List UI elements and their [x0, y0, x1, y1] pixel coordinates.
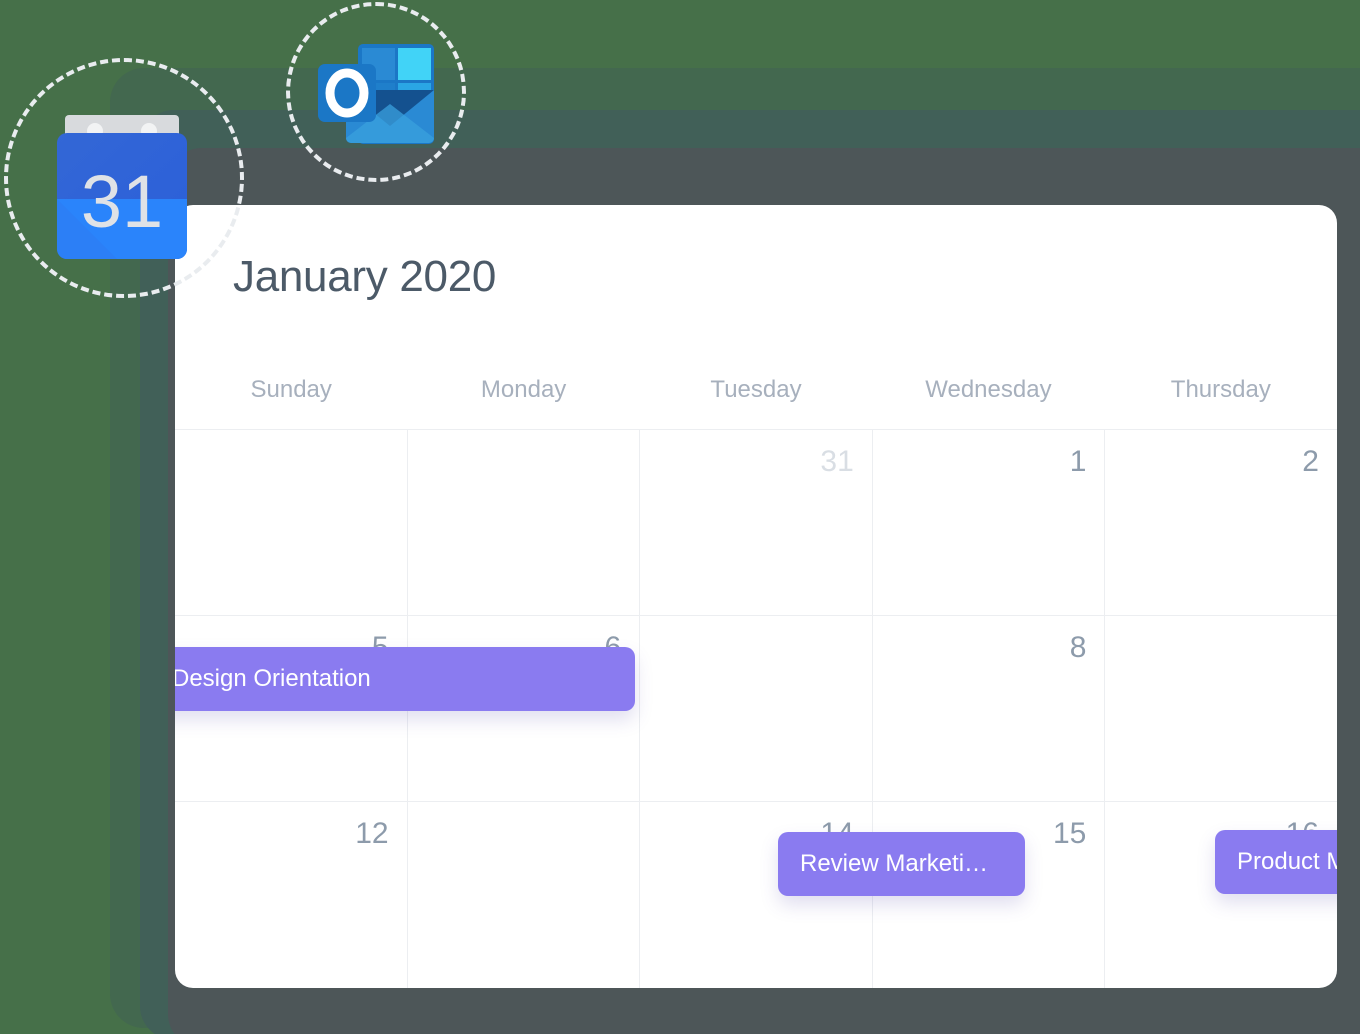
date-number: 31: [820, 445, 854, 478]
weekday-header-wednesday: Wednesday: [925, 376, 1052, 403]
day-cell[interactable]: 2: [1105, 430, 1337, 615]
calendar-card: January 2020 Sunday Monday Tuesday Wedne…: [175, 205, 1337, 988]
day-cell[interactable]: 8: [873, 616, 1106, 801]
google-calendar-icon[interactable]: 31: [55, 115, 189, 259]
day-cell[interactable]: [1105, 616, 1337, 801]
day-cell[interactable]: [408, 802, 641, 988]
page-title: January 2020: [233, 252, 497, 301]
date-number: 12: [355, 817, 389, 850]
weekday-header-thursday: Thursday: [1170, 376, 1271, 403]
day-cell[interactable]: [175, 430, 408, 615]
calendar-event-review-marketing[interactable]: Review Marketi…: [778, 832, 1025, 896]
calendar-week-row: 31 1 2: [175, 430, 1337, 616]
svg-text:31: 31: [81, 160, 163, 243]
outlook-icon[interactable]: [316, 42, 436, 146]
weekday-header-tuesday: Tuesday: [710, 376, 802, 403]
weekday-header-sunday: Sunday: [250, 376, 332, 403]
calendar-event-design-orientation[interactable]: Design Orientation: [175, 647, 635, 711]
date-number: 1: [1069, 445, 1087, 478]
day-cell[interactable]: 12: [175, 802, 408, 988]
date-number: 2: [1302, 445, 1319, 478]
day-cell[interactable]: [408, 430, 641, 615]
day-cell[interactable]: 1: [873, 430, 1106, 615]
date-number: 8: [1069, 631, 1087, 664]
weekday-header-monday: Monday: [480, 376, 567, 403]
screenshot-root: January 2020 Sunday Monday Tuesday Wedne…: [0, 0, 1360, 1034]
day-cell[interactable]: 31: [640, 430, 873, 615]
day-cell[interactable]: [640, 616, 873, 801]
calendar-week-row: 12 14 15 16: [175, 802, 1337, 988]
weekday-header-row: Sunday Monday Tuesday Wednesday Thursday: [175, 370, 1337, 430]
calendar-event-product-meeting[interactable]: Product Meeti…: [1215, 830, 1337, 894]
